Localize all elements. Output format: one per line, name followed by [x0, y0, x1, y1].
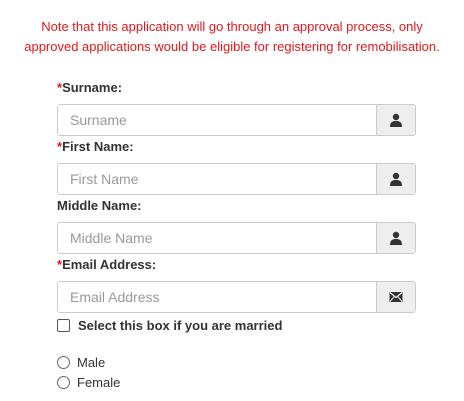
first-name-input[interactable] — [58, 164, 376, 194]
surname-label: *Surname: — [57, 80, 123, 95]
middle-name-label: Middle Name: — [57, 198, 142, 213]
user-icon — [376, 164, 415, 194]
gender-option-female[interactable]: Female — [57, 375, 120, 390]
female-radio[interactable] — [57, 376, 70, 389]
envelope-icon — [376, 282, 415, 312]
email-field-group — [57, 281, 416, 313]
approval-note-line-2: approved applications would be eligible … — [24, 39, 440, 54]
first-name-label: *First Name: — [57, 139, 134, 154]
approval-note: Note that this application will go throu… — [0, 17, 464, 57]
email-label: *Email Address: — [57, 257, 157, 272]
email-input[interactable] — [58, 282, 376, 312]
married-checkbox-row[interactable]: Select this box if you are married — [57, 318, 282, 333]
surname-input[interactable] — [58, 105, 376, 135]
first-name-field-group — [57, 163, 416, 195]
user-icon — [376, 223, 415, 253]
middle-name-input[interactable] — [58, 223, 376, 253]
female-radio-label: Female — [77, 375, 121, 390]
surname-field-group — [57, 104, 416, 136]
approval-note-line-1: Note that this application will go throu… — [41, 19, 423, 34]
male-radio[interactable] — [57, 356, 70, 369]
user-icon — [376, 105, 415, 135]
gender-option-male[interactable]: Male — [57, 355, 105, 370]
married-checkbox-label: Select this box if you are married — [78, 318, 283, 333]
middle-name-field-group — [57, 222, 416, 254]
male-radio-label: Male — [77, 355, 106, 370]
married-checkbox[interactable] — [57, 319, 70, 332]
